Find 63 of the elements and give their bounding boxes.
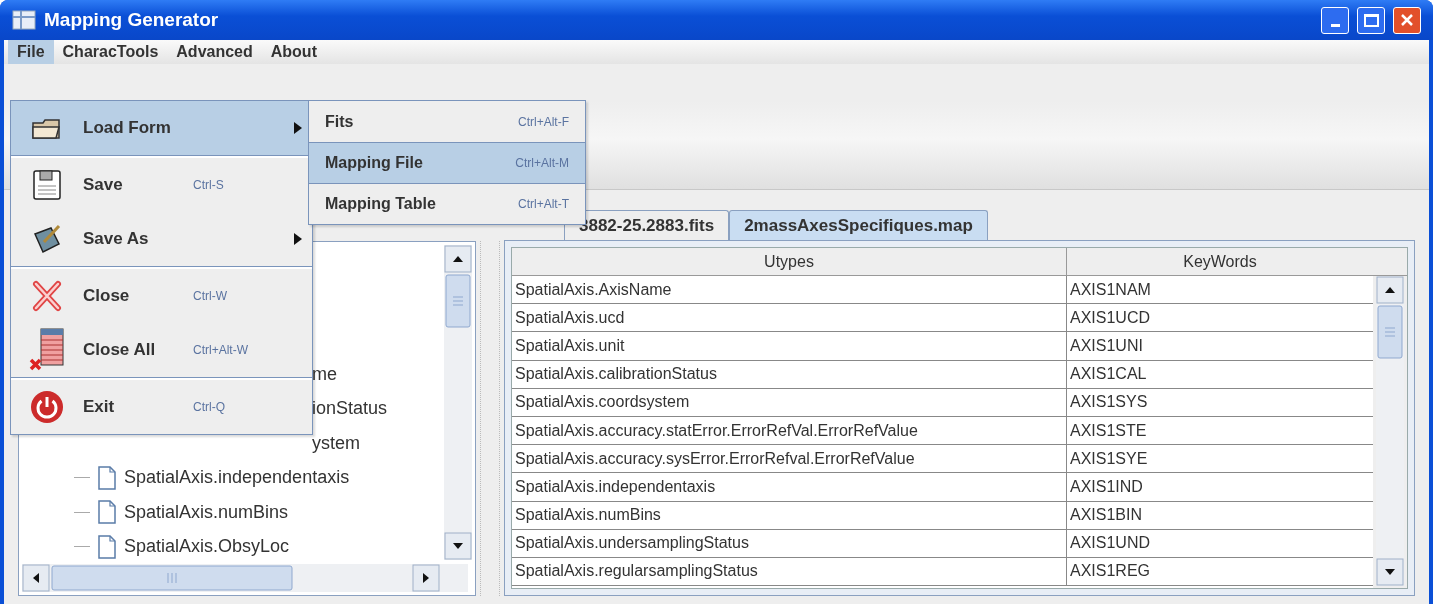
file-icon [98, 465, 116, 490]
window-title: Mapping Generator [44, 7, 219, 32]
close-icon [1399, 12, 1415, 28]
maximize-button[interactable] [1357, 6, 1385, 34]
minimize-icon [1330, 23, 1340, 27]
tree-item[interactable]: SpatialAxis.numBins [124, 498, 289, 526]
table-cell: SpatialAxis.calibrationStatus [512, 360, 1067, 388]
tree-item[interactable]: SpatialAxis.ObsyLoc [124, 533, 290, 561]
table-cell-text: AXIS1UND [1069, 533, 1152, 554]
tree-item[interactable]: ystem [312, 429, 360, 457]
maximize-icon [1363, 13, 1379, 27]
table-cell: SpatialAxis.regularsamplingStatus [512, 557, 1067, 586]
disk-with-pen-icon [32, 224, 62, 254]
menu-item[interactable]: Save Ctrl-S [11, 158, 312, 212]
menu-item[interactable]: Mapping Table Ctrl+Alt-T [309, 183, 585, 224]
tab[interactable]: 3882-25.2883.fits [564, 210, 730, 240]
table-cell: SpatialAxis.undersamplingStatus [512, 529, 1067, 557]
vertical-scrollbar[interactable] [444, 245, 472, 560]
minimize-button[interactable] [1321, 6, 1349, 34]
power-icon [30, 390, 64, 424]
menu-item[interactable]: Fits Ctrl+Alt-F [309, 101, 585, 142]
menu-item[interactable]: Close All Ctrl+Alt-W [11, 323, 312, 377]
menu-item[interactable]: Advanced [167, 40, 262, 64]
file-icon [98, 534, 116, 559]
menu-item[interactable]: Close Ctrl-W [11, 269, 312, 323]
column-header[interactable]: KeyWords [1067, 248, 1373, 275]
menu-item[interactable]: CharacTools [53, 40, 168, 64]
table-cell: SpatialAxis.numBins [512, 501, 1067, 529]
close-button[interactable] [1393, 6, 1421, 34]
tree-item[interactable]: ionStatus [312, 395, 388, 423]
horizontal-scrollbar[interactable] [22, 564, 468, 592]
table-cell: SpatialAxis.unit [512, 332, 1067, 360]
table-cell-text: AXIS1BIN [1069, 505, 1144, 526]
table-cell-text: AXIS1UNI [1069, 335, 1144, 356]
list-with-x-icon [29, 328, 65, 372]
split-divider[interactable] [480, 241, 500, 596]
menu-item[interactable]: File [8, 40, 54, 64]
table-cell: SpatialAxis.accuracy.statError.ErrorRefVal.ErrorRefValue [512, 416, 1067, 445]
column-header[interactable]: Utypes [512, 248, 1067, 275]
vertical-scrollbar[interactable] [1376, 276, 1404, 586]
table-cell-text: AXIS1CAL [1069, 364, 1148, 385]
tab[interactable]: 2massAxesSpecifiques.map [729, 210, 988, 240]
menu-item[interactable]: Exit Ctrl-Q [11, 380, 312, 434]
table-cell-text: AXIS1NAM [1069, 279, 1152, 300]
table-cell-text: AXIS1REG [1069, 561, 1152, 582]
menu-item[interactable]: About [261, 40, 326, 64]
table-cell: SpatialAxis.independentaxis [512, 473, 1067, 501]
table-cell: SpatialAxis.accuracy.sysError.ErrorRefval.ErrorRefValue [512, 445, 1067, 473]
table-cell-text: AXIS1STE [1069, 420, 1148, 441]
tree-item[interactable]: me [312, 360, 337, 388]
table-cell-text: AXIS1SYE [1069, 448, 1149, 469]
table-cell: SpatialAxis.AxisName [512, 276, 1067, 304]
app-icon [12, 10, 36, 30]
tree-item[interactable]: SpatialAxis.independentaxis [124, 464, 350, 492]
file-icon [98, 500, 116, 525]
table-cell-text: AXIS1UCD [1069, 307, 1152, 328]
close-x-icon [32, 280, 62, 312]
table-cell: SpatialAxis.coordsystem [512, 388, 1067, 416]
table-cell-text: AXIS1IND [1069, 476, 1144, 497]
menu-item[interactable]: Save As [11, 212, 312, 266]
table-cell: SpatialAxis.ucd [512, 304, 1067, 332]
table-cell-text: AXIS1SYS [1069, 392, 1149, 413]
menu-item[interactable]: Mapping File Ctrl+Alt-M [309, 142, 585, 183]
